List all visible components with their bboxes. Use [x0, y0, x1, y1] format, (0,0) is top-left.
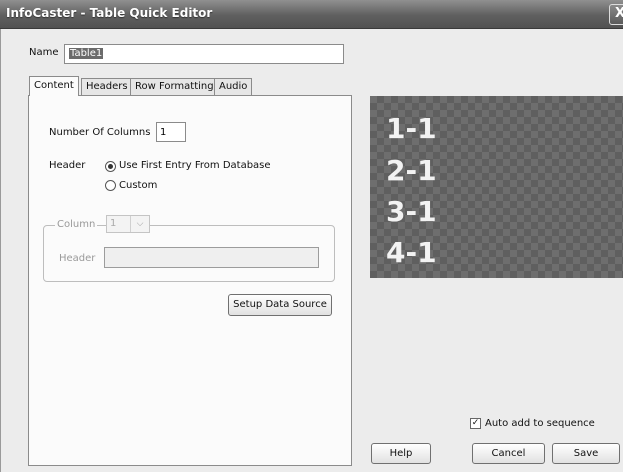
- tab-headers[interactable]: Headers: [81, 78, 133, 95]
- header-label: Header: [49, 160, 86, 171]
- help-button[interactable]: Help: [371, 443, 431, 464]
- tab-audio[interactable]: Audio: [214, 78, 253, 95]
- title-bar: InfoCaster - Table Quick Editor X: [0, 0, 623, 29]
- preview-row: 3-1: [386, 195, 437, 228]
- name-value: Table1: [69, 48, 104, 59]
- close-button[interactable]: X: [609, 4, 623, 25]
- save-button[interactable]: Save: [552, 443, 620, 464]
- column-header-input: [104, 247, 319, 268]
- radio-use-first-entry[interactable]: [105, 161, 116, 172]
- radio-custom-label: Custom: [119, 180, 158, 191]
- column-select: 1 ⌵: [106, 215, 150, 233]
- tab-content[interactable]: Content: [29, 76, 79, 96]
- radio-use-first-entry-label: Use First Entry From Database: [119, 160, 271, 171]
- window-title: InfoCaster - Table Quick Editor: [6, 6, 213, 20]
- number-of-columns-label: Number Of Columns: [49, 127, 151, 138]
- column-select-value: 1: [110, 218, 117, 229]
- column-group-legend: Column: [55, 219, 98, 230]
- preview-row: 4-1: [386, 236, 437, 269]
- preview-row: 2-1: [386, 154, 437, 187]
- chevron-down-icon: ⌵: [130, 216, 149, 232]
- radio-custom[interactable]: [105, 180, 116, 191]
- auto-add-checkbox[interactable]: ✓: [470, 418, 481, 429]
- preview-row: 1-1: [386, 112, 437, 145]
- auto-add-label: Auto add to sequence: [485, 418, 595, 429]
- table-preview: 1-1 2-1 3-1 4-1: [370, 96, 623, 278]
- cancel-button[interactable]: Cancel: [472, 443, 545, 464]
- name-label: Name: [29, 47, 59, 58]
- setup-data-source-button[interactable]: Setup Data Source: [228, 294, 332, 316]
- name-field[interactable]: Table1: [64, 44, 344, 64]
- tab-row-formatting[interactable]: Row Formatting: [130, 78, 219, 95]
- column-header-label: Header: [59, 253, 96, 264]
- number-of-columns-input[interactable]: [156, 122, 186, 142]
